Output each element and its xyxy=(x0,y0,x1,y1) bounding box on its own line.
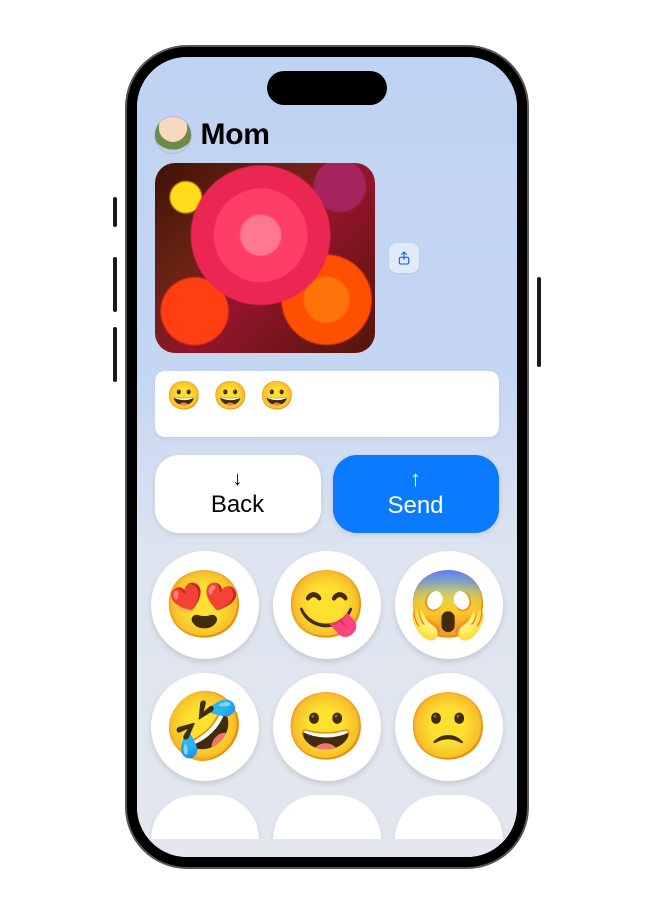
emoji-key-frown[interactable]: 🙁 xyxy=(395,673,503,781)
phone-volume-down xyxy=(113,327,117,382)
message-row xyxy=(137,159,517,353)
received-photo-message[interactable] xyxy=(155,163,375,353)
screen: Mom 😀 😀 😀 xyxy=(137,57,517,857)
emoji-key-heart-eyes[interactable]: 😍 xyxy=(151,551,259,659)
emoji-key-partial-3[interactable] xyxy=(395,795,503,839)
back-button[interactable]: ↓ Back xyxy=(155,455,321,533)
dynamic-island xyxy=(267,71,387,105)
up-arrow-icon: ↑ xyxy=(410,468,421,490)
emoji-key-partial-1[interactable] xyxy=(151,795,259,839)
send-button[interactable]: ↑ Send xyxy=(333,455,499,533)
message-input[interactable]: 😀 😀 😀 xyxy=(155,371,499,437)
share-button[interactable] xyxy=(389,243,419,273)
phone-power-button xyxy=(537,277,541,367)
emoji-key-scream[interactable]: 😱 xyxy=(395,551,503,659)
back-button-label: Back xyxy=(211,491,264,519)
message-input-area: 😀 😀 😀 xyxy=(137,353,517,451)
emoji-key-rofl[interactable]: 🤣 xyxy=(151,673,259,781)
share-icon xyxy=(396,250,412,266)
phone-frame: Mom 😀 😀 😀 xyxy=(127,47,527,867)
photo-attachment xyxy=(155,163,375,353)
down-arrow-icon: ↓ xyxy=(233,469,243,489)
action-row: ↓ Back ↑ Send xyxy=(137,451,517,547)
send-button-label: Send xyxy=(387,492,443,520)
contact-name: Mom xyxy=(201,118,270,152)
phone-volume-up xyxy=(113,257,117,312)
emoji-key-yum[interactable]: 😋 xyxy=(273,551,381,659)
emoji-key-grinning[interactable]: 😀 xyxy=(273,673,381,781)
emoji-keyboard: 😍 😋 😱 🤣 😀 🙁 xyxy=(137,547,517,839)
contact-avatar[interactable] xyxy=(155,117,191,153)
emoji-key-partial-2[interactable] xyxy=(273,795,381,839)
phone-mute-switch xyxy=(113,197,117,227)
